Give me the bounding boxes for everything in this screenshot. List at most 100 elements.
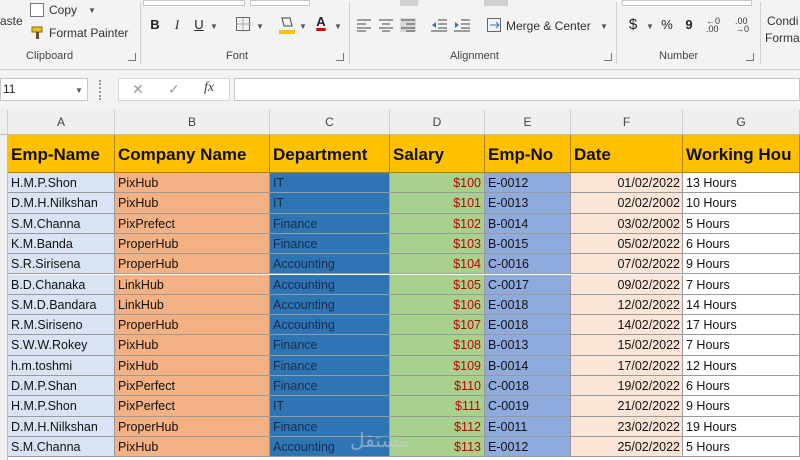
cell-working-hours[interactable]: 17 Hours: [683, 315, 800, 336]
cell-salary[interactable]: $106: [390, 294, 485, 316]
header-cell-company-name[interactable]: Company Name: [115, 135, 270, 173]
currency-button[interactable]: $: [624, 16, 642, 34]
cell-date[interactable]: 03/02/2002: [571, 213, 683, 234]
cell-company-name[interactable]: PixHub: [115, 436, 270, 458]
column-header[interactable]: E: [485, 110, 571, 135]
cell-department[interactable]: Finance: [270, 233, 390, 255]
font-color-button[interactable]: A: [312, 13, 330, 31]
column-header[interactable]: C: [270, 110, 390, 135]
column-header[interactable]: B: [115, 110, 270, 135]
cell-company-name[interactable]: PixPerfect: [115, 396, 270, 417]
conditional-formatting-label-1[interactable]: Condi: [767, 14, 798, 28]
cell-department[interactable]: IT: [270, 396, 390, 417]
cell-date[interactable]: 07/02/2022: [571, 254, 683, 275]
paste-button[interactable]: aste: [0, 14, 23, 28]
percent-button[interactable]: %: [658, 16, 676, 34]
cell-company-name[interactable]: LinkHub: [115, 294, 270, 316]
cell-company-name[interactable]: PixHub: [115, 193, 270, 214]
cell-emp-name[interactable]: K.M.Banda: [8, 233, 115, 255]
font-color-dropdown-icon[interactable]: ▼: [334, 22, 342, 31]
cell-emp-name[interactable]: D.M.H.Nilkshan: [8, 416, 115, 437]
cell-working-hours[interactable]: 13 Hours: [683, 173, 800, 194]
cell-emp-no[interactable]: E-0012: [485, 436, 571, 458]
cancel-icon[interactable]: ✕: [132, 81, 144, 98]
formula-bar-grip[interactable]: [99, 80, 103, 100]
cell-emp-no[interactable]: E-0018: [485, 294, 571, 316]
cell-salary[interactable]: $104: [390, 254, 485, 275]
cell-company-name[interactable]: ProperHub: [115, 315, 270, 336]
cell-salary[interactable]: $101: [390, 193, 485, 214]
cell-working-hours[interactable]: 6 Hours: [683, 233, 800, 255]
cell-department[interactable]: Finance: [270, 376, 390, 397]
cell-date[interactable]: 21/02/2022: [571, 396, 683, 417]
cell-emp-name[interactable]: h.m.toshmi: [8, 355, 115, 376]
row-header-strip[interactable]: [0, 135, 8, 460]
cell-salary[interactable]: $109: [390, 355, 485, 376]
cell-emp-no[interactable]: C-0019: [485, 396, 571, 417]
cell-emp-no[interactable]: E-0012: [485, 173, 571, 194]
header-cell-emp-name[interactable]: Emp-Name: [8, 135, 115, 173]
cell-emp-name[interactable]: D.M.P.Shan: [8, 376, 115, 397]
header-cell-salary[interactable]: Salary: [390, 135, 485, 173]
comma-style-button[interactable]: 9: [680, 16, 698, 34]
cell-department[interactable]: Finance: [270, 213, 390, 234]
cell-department[interactable]: Finance: [270, 335, 390, 356]
cell-date[interactable]: 09/02/2022: [571, 274, 683, 295]
name-box-dropdown-icon[interactable]: ▼: [75, 86, 83, 95]
insert-function-icon[interactable]: fx: [204, 80, 214, 96]
cell-emp-no[interactable]: B-0015: [485, 233, 571, 255]
cell-emp-no[interactable]: E-0018: [485, 315, 571, 336]
header-cell-working-hours[interactable]: Working Hou: [683, 135, 800, 173]
cell-salary[interactable]: $105: [390, 274, 485, 295]
cell-working-hours[interactable]: 9 Hours: [683, 396, 800, 417]
cell-salary[interactable]: $108: [390, 335, 485, 356]
cell-date[interactable]: 05/02/2022: [571, 233, 683, 255]
font-size-box[interactable]: [250, 0, 310, 6]
cell-department[interactable]: Accounting: [270, 274, 390, 295]
clipboard-launcher-icon[interactable]: [128, 53, 136, 61]
cell-salary[interactable]: $107: [390, 315, 485, 336]
font-launcher-icon[interactable]: [336, 53, 344, 61]
increase-indent-icon[interactable]: [453, 18, 471, 32]
fill-color-icon[interactable]: [278, 15, 296, 35]
cell-emp-name[interactable]: S.W.W.Rokey: [8, 335, 115, 356]
cell-emp-no[interactable]: E-0011: [485, 416, 571, 437]
cell-working-hours[interactable]: 7 Hours: [683, 335, 800, 356]
column-header[interactable]: G: [683, 110, 800, 135]
header-cell-emp-no[interactable]: Emp-No: [485, 135, 571, 173]
cell-working-hours[interactable]: 5 Hours: [683, 436, 800, 458]
cell-salary[interactable]: $110: [390, 376, 485, 397]
cell-company-name[interactable]: ProperHub: [115, 254, 270, 275]
cell-company-name[interactable]: PixPrefect: [115, 213, 270, 234]
copy-button[interactable]: Copy: [49, 3, 77, 17]
increase-decimal-icon[interactable]: ←0.00: [706, 17, 728, 34]
decrease-decimal-icon[interactable]: .00 →0: [735, 17, 757, 34]
cell-emp-name[interactable]: R.M.Siriseno: [8, 315, 115, 336]
cell-department[interactable]: IT: [270, 173, 390, 194]
number-launcher-icon[interactable]: [746, 53, 754, 61]
header-cell-date[interactable]: Date: [571, 135, 683, 173]
enter-icon[interactable]: ✓: [168, 81, 180, 98]
cell-company-name[interactable]: PixPerfect: [115, 376, 270, 397]
merge-dropdown-icon[interactable]: ▼: [600, 22, 608, 31]
cell-emp-name[interactable]: H.M.P.Shon: [8, 396, 115, 417]
cell-emp-name[interactable]: S.M.D.Bandara: [8, 294, 115, 316]
align-left-icon[interactable]: [356, 18, 372, 32]
cell-date[interactable]: 23/02/2022: [571, 416, 683, 437]
cell-date[interactable]: 01/02/2022: [571, 173, 683, 194]
cell-company-name[interactable]: ProperHub: [115, 416, 270, 437]
cell-salary[interactable]: $102: [390, 213, 485, 234]
cell-salary[interactable]: $111: [390, 396, 485, 417]
cell-company-name[interactable]: PixHub: [115, 173, 270, 194]
column-header[interactable]: A: [8, 110, 115, 135]
cell-emp-name[interactable]: B.D.Chanaka: [8, 274, 115, 295]
cell-emp-name[interactable]: S.R.Sirisena: [8, 254, 115, 275]
cell-emp-no[interactable]: E-0013: [485, 193, 571, 214]
conditional-formatting-label-2[interactable]: Forma: [765, 31, 800, 45]
cell-emp-no[interactable]: B-0014: [485, 213, 571, 234]
alignment-launcher-icon[interactable]: [604, 53, 612, 61]
number-format-box[interactable]: [622, 0, 752, 6]
cell-company-name[interactable]: PixHub: [115, 355, 270, 376]
align-right-icon[interactable]: [400, 18, 416, 32]
cell-date[interactable]: 25/02/2022: [571, 436, 683, 458]
